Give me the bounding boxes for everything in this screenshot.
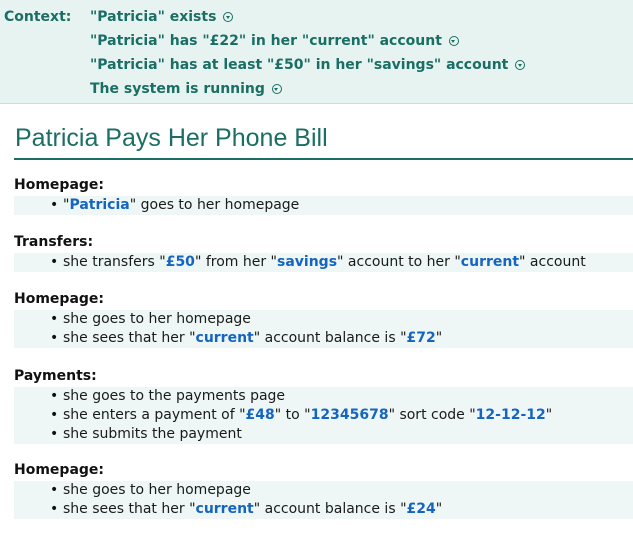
expand-icon[interactable] <box>223 12 234 22</box>
context-item-text: "Patricia" has at least "£50" in her "sa… <box>90 57 509 73</box>
step-text: " account to her " <box>337 254 461 270</box>
section-heading: Homepage: <box>14 291 105 307</box>
context-item-text: "Patricia" has "£22" in her "current" ac… <box>90 33 442 49</box>
step-text: " account <box>519 254 586 270</box>
step-text: she sees that her " <box>63 330 196 346</box>
step-value: current <box>460 254 520 270</box>
step-text: " sort code " <box>388 407 476 423</box>
step-text: she goes to the payments page <box>63 388 286 404</box>
step-item: she goes to her homepage <box>14 481 633 500</box>
section-heading: Payments: <box>14 368 97 384</box>
step-value: £72 <box>406 330 436 346</box>
step-list: she goes to her homepage she sees that he… <box>14 310 633 348</box>
context-item: "Patricia" exists <box>90 9 234 25</box>
step-list: "Patricia" goes to her homepage <box>14 196 633 215</box>
step-text: " <box>435 330 443 346</box>
step-text: " account balance is " <box>253 501 407 517</box>
step-item: she sees that her "current" account bala… <box>14 329 633 348</box>
step-value: £50 <box>165 254 195 270</box>
step-list: she goes to the payments page she enters … <box>14 387 633 444</box>
step-value: 12-12-12 <box>475 407 546 423</box>
context-item: "Patricia" has at least "£50" in her "sa… <box>90 57 526 73</box>
step-item: she sees that her "current" account bala… <box>14 500 633 519</box>
step-text: she submits the payment <box>63 426 242 442</box>
context-item: "Patricia" has "£22" in her "current" ac… <box>90 33 459 49</box>
step-text: she transfers " <box>63 254 166 270</box>
context-item-text: The system is running <box>90 81 265 97</box>
step-list: she transfers "£50" from her "savings" a… <box>14 253 633 272</box>
context-label: Context: <box>4 9 72 25</box>
expand-icon[interactable] <box>271 84 282 94</box>
step-text: she goes to her homepage <box>63 311 251 327</box>
step-item: she enters a payment of "£48" to "123456… <box>14 406 633 425</box>
step-text: " from her " <box>194 254 277 270</box>
step-item: she transfers "£50" from her "savings" a… <box>14 253 633 272</box>
step-item: she goes to the payments page <box>14 387 633 406</box>
step-text: she goes to her homepage <box>63 482 251 498</box>
step-value: current <box>195 501 254 517</box>
step-value: £48 <box>245 407 275 423</box>
scenario-title: Patricia Pays Her Phone Bill <box>15 124 328 152</box>
step-value: Patricia <box>69 197 130 213</box>
step-value: current <box>195 330 254 346</box>
section-heading: Homepage: <box>14 462 105 478</box>
title-divider <box>14 158 633 160</box>
step-text: " account balance is " <box>253 330 407 346</box>
step-text: she enters a payment of " <box>63 407 246 423</box>
step-value: £24 <box>406 501 436 517</box>
expand-icon[interactable] <box>515 60 526 70</box>
context-item: The system is running <box>90 81 282 97</box>
step-text: " to " <box>274 407 311 423</box>
step-value: 12345678 <box>310 407 389 423</box>
step-list: she goes to her homepage she sees that he… <box>14 481 633 519</box>
section-heading: Homepage: <box>14 177 105 193</box>
step-item: "Patricia" goes to her homepage <box>14 196 633 215</box>
section-heading: Transfers: <box>14 234 94 250</box>
step-text: " <box>435 501 443 517</box>
expand-icon[interactable] <box>448 36 459 46</box>
step-text: " <box>545 407 553 423</box>
step-text: she sees that her " <box>63 501 196 517</box>
context-panel: Context: "Patricia" exists "Patricia" ha… <box>0 0 633 104</box>
step-item: she goes to her homepage <box>14 310 633 329</box>
step-item: she submits the payment <box>14 425 633 444</box>
context-item-text: "Patricia" exists <box>90 9 217 25</box>
step-text: " goes to her homepage <box>129 197 300 213</box>
step-value: savings <box>277 254 338 270</box>
